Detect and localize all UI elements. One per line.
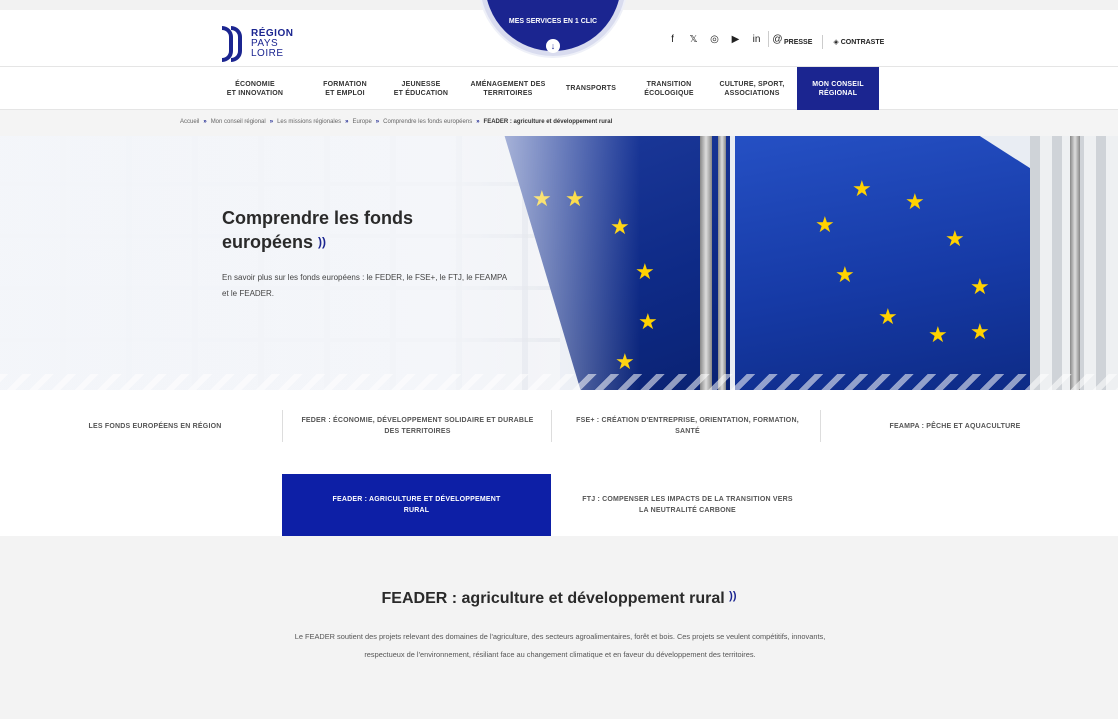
presse-link[interactable]: PRESSE	[784, 39, 812, 46]
tab-fse[interactable]: FSE+ : CRÉATION D'ENTREPRISE, ORIENTATIO…	[575, 412, 800, 440]
breadcrumb-separator-icon: »	[375, 119, 380, 125]
hero-subtitle: En savoir plus sur les fonds européens :…	[222, 273, 507, 298]
instagram-icon[interactable]: ◎	[709, 34, 720, 45]
nav-item-formation[interactable]: FORMATION ET EMPLOI	[314, 67, 376, 110]
flag-star-icon: ★	[878, 304, 898, 329]
breadcrumb-current: FEADER : agriculture et développement ru…	[483, 119, 613, 125]
breadcrumb-item[interactable]: Comprendre les fonds européens	[383, 119, 472, 125]
brand-mark-icon: ))	[729, 590, 737, 602]
flag-star-icon: ★	[815, 212, 835, 237]
nav-item-transition[interactable]: TRANSITION ÉCOLOGIQUE	[638, 67, 700, 110]
tab-ftj[interactable]: FTJ : COMPENSER LES IMPACTS DE LA TRANSI…	[580, 490, 795, 520]
flag-star-icon: ★	[905, 189, 925, 214]
tab-divider	[551, 410, 552, 442]
nav-item-amenagement[interactable]: AMÉNAGEMENT DES TERRITOIRES	[468, 67, 548, 110]
breadcrumb-separator-icon: »	[476, 119, 480, 125]
services-arrow-icon[interactable]: ↓	[546, 39, 560, 53]
breadcrumb: Accueil » Mon conseil régional » Les mis…	[0, 110, 1118, 136]
header-divider	[768, 31, 769, 47]
logo-line-3: LOIRE	[251, 48, 284, 59]
top-links: PRESSE ◈ CONTRASTE	[784, 35, 884, 49]
nav-item-transports[interactable]: TRANSPORTS	[560, 67, 622, 110]
nav-item-culture[interactable]: CULTURE, SPORT, ASSOCIATIONS	[714, 67, 790, 110]
threads-icon[interactable]: @	[772, 34, 783, 45]
flag-pole	[1070, 136, 1080, 390]
breadcrumb-separator-icon: »	[203, 119, 207, 125]
facebook-icon[interactable]: f	[667, 34, 678, 45]
flag-star-icon: ★	[852, 176, 872, 201]
contraste-toggle[interactable]: ◈ CONTRASTE	[833, 38, 884, 46]
section-text: Le FEADER soutient des projets relevant …	[294, 632, 826, 659]
flag-pole	[700, 136, 712, 390]
hero-overlay	[0, 136, 640, 390]
social-links: f 𝕏 ◎ ▶ in @	[667, 34, 783, 45]
flag-star-icon: ★	[638, 309, 658, 334]
flag-star-icon: ★	[928, 322, 948, 347]
tab-feampa[interactable]: FEAMPA : PÊCHE ET AQUACULTURE	[840, 412, 1070, 440]
breadcrumb-separator-icon: »	[345, 119, 349, 125]
logo-mark-icon	[222, 26, 246, 62]
flag-star-icon: ★	[970, 274, 990, 299]
hero-title: Comprendre les fonds européens ))	[222, 208, 414, 252]
section-title: FEADER : agriculture et développement ru…	[381, 590, 737, 607]
eu-flag-image	[735, 136, 1075, 390]
tab-divider	[282, 410, 283, 442]
region-logo[interactable]: RÉGION PAYS LOIRE	[222, 26, 293, 62]
youtube-icon[interactable]: ▶	[730, 34, 741, 45]
top-links-divider	[822, 35, 824, 49]
nav-item-economie[interactable]: ÉCONOMIE ET INNOVATION	[224, 67, 286, 110]
x-twitter-icon[interactable]: 𝕏	[688, 34, 699, 45]
feader-section: FEADER : agriculture et développement ru…	[0, 536, 1118, 719]
tab-fonds-europeens[interactable]: LES FONDS EUROPÉENS EN RÉGION	[40, 412, 270, 440]
main-nav: ÉCONOMIE ET INNOVATION FORMATION ET EMPL…	[0, 66, 1118, 110]
breadcrumb-separator-icon: »	[269, 119, 274, 125]
tab-feder[interactable]: FEDER : ÉCONOMIE, DÉVELOPPEMENT SOLIDAIR…	[300, 412, 535, 440]
fund-tabs: LES FONDS EUROPÉENS EN RÉGION FEDER : ÉC…	[0, 390, 1118, 536]
breadcrumb-item[interactable]: Accueil	[180, 119, 199, 125]
linkedin-icon[interactable]: in	[751, 34, 762, 45]
brand-mark-icon: ))	[318, 235, 327, 249]
nav-item-jeunesse[interactable]: JEUNESSE ET ÉDUCATION	[386, 67, 456, 110]
flag-star-icon: ★	[945, 226, 965, 251]
flag-star-icon: ★	[835, 262, 855, 287]
flag-star-icon: ★	[970, 319, 990, 344]
hero-pattern	[0, 374, 1118, 390]
services-label[interactable]: MES SERVICES EN 1 CLIC	[499, 17, 607, 26]
breadcrumb-item[interactable]: Europe	[352, 119, 371, 125]
flag-pole	[718, 136, 726, 390]
breadcrumb-item[interactable]: Les missions régionales	[277, 119, 341, 125]
breadcrumb-item[interactable]: Mon conseil régional	[211, 119, 266, 125]
tab-divider	[820, 410, 821, 442]
nav-item-mon-conseil[interactable]: MON CONSEIL RÉGIONAL	[797, 67, 879, 110]
tab-feader[interactable]: FEADER : AGRICULTURE ET DÉVELOPPEMENT RU…	[282, 474, 551, 536]
hero-banner: ★ ★ ★ ★ ★ ★ ★ ★ ★ ★ ★ ★ ★ ★ ★ Comprendre…	[0, 136, 1118, 390]
